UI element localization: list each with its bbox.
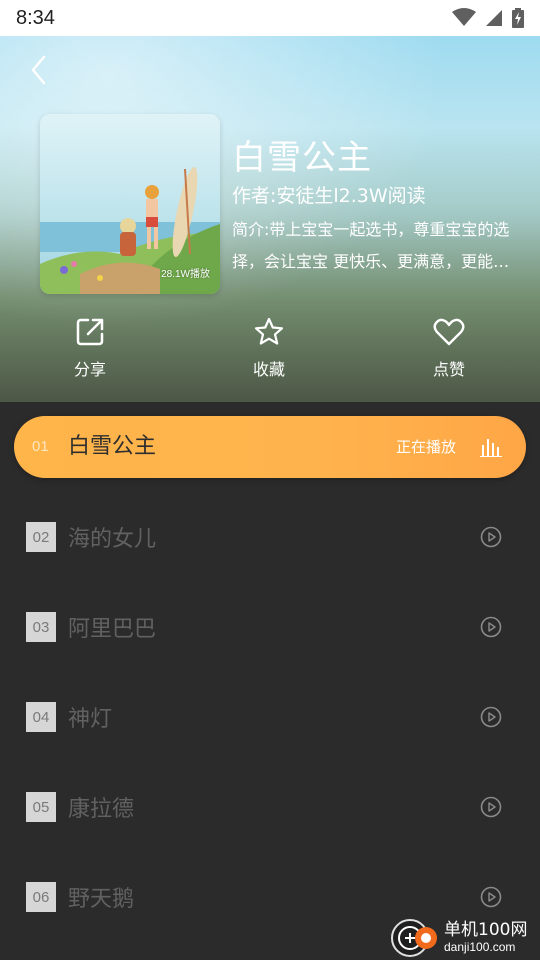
list-item[interactable]: 04 神灯: [0, 672, 540, 762]
book-cover[interactable]: 28.1W播放: [40, 114, 220, 294]
action-bar: 分享 收藏 点赞: [0, 316, 540, 396]
star-icon: [254, 317, 284, 345]
wifi-icon: [452, 8, 476, 26]
play-circle-icon[interactable]: [480, 796, 502, 818]
share-label: 分享: [73, 360, 106, 379]
watermark-url: danji100.com: [444, 940, 516, 954]
cover-play-count: 28.1W播放: [161, 269, 210, 280]
watermark-text: 单机100网: [444, 920, 528, 940]
item-title: 白雪公主: [68, 434, 157, 459]
watermark: 单机100网 danji100.com: [388, 916, 540, 960]
favorite-label: 收藏: [252, 360, 285, 379]
item-title: 阿里巴巴: [68, 617, 157, 642]
like-label: 点赞: [432, 360, 465, 379]
watermark-logo: [391, 919, 437, 957]
like-button[interactable]: 点赞: [389, 316, 509, 396]
book-info: 白雪公主 作者:安徒生l2.3W阅读 简介:带上宝宝一起选书，尊重宝宝的选择，会…: [232, 136, 532, 278]
book-header: 28.1W播放 白雪公主 作者:安徒生l2.3W阅读 简介:带上宝宝一起选书，尊…: [0, 36, 540, 402]
chevron-left-icon[interactable]: [24, 52, 56, 88]
share-icon: [76, 318, 104, 346]
now-playing-item[interactable]: 01 白雪公主 正在播放: [14, 416, 526, 478]
item-title: 康拉德: [68, 797, 135, 822]
status-bar: 8:34: [0, 0, 540, 36]
list-item[interactable]: 05 康拉德: [0, 762, 540, 852]
now-playing-label: 正在播放: [396, 438, 457, 456]
item-title: 神灯: [68, 707, 113, 732]
item-number: 06: [26, 882, 56, 912]
item-number: 02: [26, 522, 56, 552]
item-number: 05: [26, 792, 56, 822]
item-title: 野天鹅: [68, 887, 135, 912]
chapter-list: 01 白雪公主 正在播放 02 海的女儿 03 阿里巴巴 04 神灯 05 康拉…: [0, 402, 540, 960]
play-circle-icon[interactable]: [480, 616, 502, 638]
list-item[interactable]: 02 海的女儿: [0, 492, 540, 582]
battery-charging-icon: [512, 8, 524, 28]
list-item[interactable]: 03 阿里巴巴: [0, 582, 540, 672]
play-circle-icon[interactable]: [480, 706, 502, 728]
item-number: 04: [26, 702, 56, 732]
share-button[interactable]: 分享: [30, 316, 150, 396]
status-time: 8:34: [16, 6, 55, 29]
play-circle-icon[interactable]: [480, 526, 502, 548]
item-title: 海的女儿: [68, 527, 157, 552]
equalizer-icon: [480, 439, 502, 457]
book-title: 白雪公主: [232, 138, 372, 178]
favorite-button[interactable]: 收藏: [209, 316, 329, 396]
play-circle-icon[interactable]: [480, 886, 502, 908]
item-number: 01: [32, 438, 49, 455]
status-icons: [452, 8, 524, 28]
book-description: 简介:带上宝宝一起选书，尊重宝宝的选择，会让宝宝 更快乐、更满意，更能…: [232, 220, 510, 271]
book-author: 作者:安徒生l2.3W阅读: [232, 185, 426, 207]
heart-icon: [433, 318, 465, 346]
signal-icon: [486, 10, 502, 26]
item-number: 03: [26, 612, 56, 642]
